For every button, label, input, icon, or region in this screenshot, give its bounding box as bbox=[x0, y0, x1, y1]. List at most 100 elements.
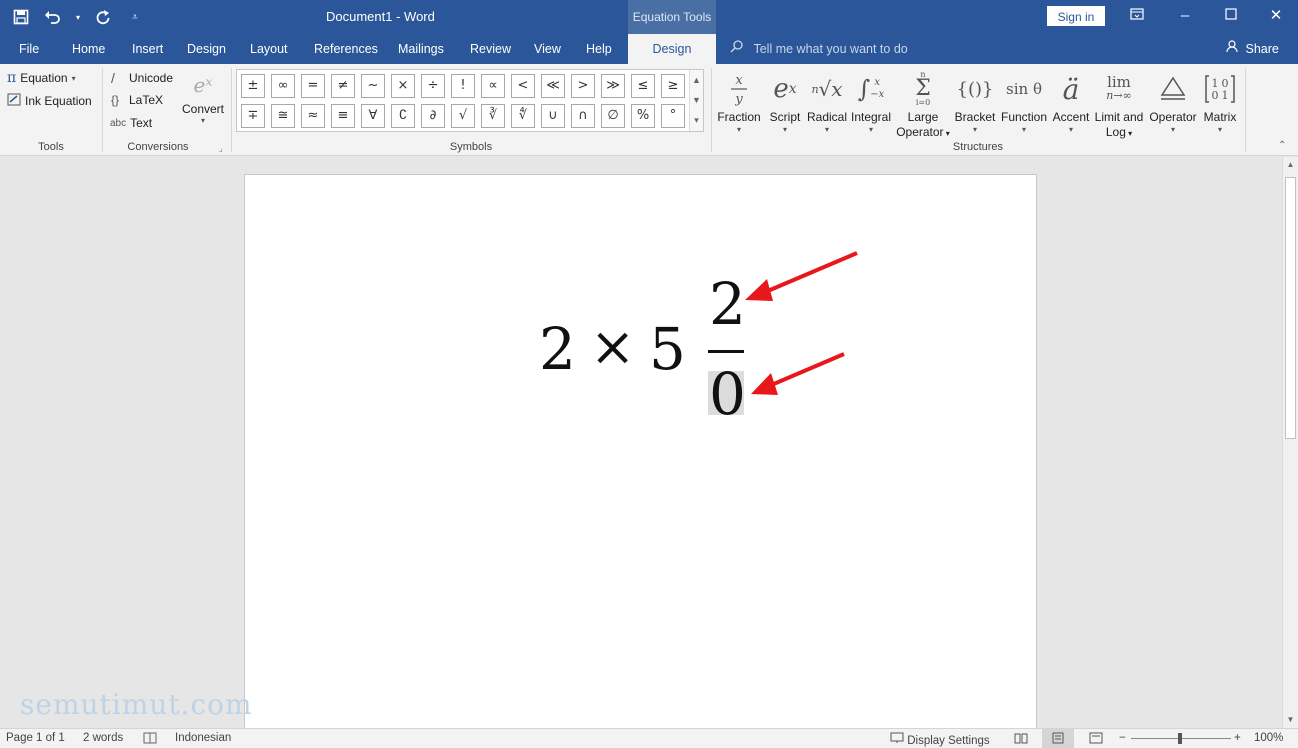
share-button[interactable]: Share bbox=[1226, 34, 1279, 64]
zoom-in-icon[interactable]: + bbox=[1234, 732, 1241, 744]
symbol-button[interactable]: ! bbox=[451, 74, 475, 98]
latex-option[interactable]: {} LaTeX bbox=[111, 93, 163, 107]
svg-text:x: x bbox=[735, 73, 743, 88]
sign-in-button[interactable]: Sign in bbox=[1047, 6, 1105, 26]
symbol-button[interactable]: ∂ bbox=[421, 104, 445, 128]
read-mode-icon[interactable] bbox=[1014, 732, 1028, 747]
symbol-button[interactable]: ∩ bbox=[571, 104, 595, 128]
large-operator-button[interactable]: n Σi=0 Large Operator ▾ bbox=[894, 68, 952, 141]
equation-button[interactable]: π Equation ▾ bbox=[7, 70, 76, 86]
unicode-option[interactable]: / Unicode bbox=[111, 70, 173, 86]
save-icon[interactable] bbox=[10, 6, 32, 28]
scroll-up-icon[interactable]: ▲ bbox=[1283, 158, 1298, 172]
tab-help[interactable]: Help bbox=[586, 34, 612, 64]
tools-group-label: Tools bbox=[38, 141, 64, 153]
function-button[interactable]: sin θ Function ▾ bbox=[998, 68, 1050, 135]
tab-design-doc[interactable]: Design bbox=[187, 34, 226, 64]
display-settings-button[interactable]: Display Settings bbox=[890, 732, 990, 747]
zoom-out-icon[interactable]: − bbox=[1119, 732, 1126, 744]
chevron-down-icon: ▾ bbox=[71, 73, 76, 83]
web-layout-icon[interactable] bbox=[1089, 732, 1103, 747]
symbol-button[interactable]: ≪ bbox=[541, 74, 565, 98]
language-indicator[interactable]: Indonesian bbox=[175, 732, 231, 744]
operator-button[interactable]: Operator ▾ bbox=[1147, 68, 1199, 135]
symbol-button[interactable]: ≡ bbox=[331, 104, 355, 128]
maximize-icon[interactable] bbox=[1218, 4, 1244, 28]
integral-button[interactable]: ∫ x −x Integral ▾ bbox=[849, 68, 893, 135]
symbol-button[interactable]: ≠ bbox=[331, 74, 355, 98]
symbol-button[interactable]: ≥ bbox=[661, 74, 685, 98]
tab-references[interactable]: References bbox=[314, 34, 378, 64]
tell-me-search[interactable]: Tell me what you want to do bbox=[730, 34, 908, 64]
bracket-button[interactable]: {()} Bracket ▾ bbox=[952, 68, 998, 135]
symbol-button[interactable]: ∞ bbox=[271, 74, 295, 98]
matrix-button[interactable]: 1001 Matrix ▾ bbox=[1199, 68, 1241, 135]
undo-icon[interactable] bbox=[42, 6, 64, 28]
symbol-button[interactable]: ∝ bbox=[481, 74, 505, 98]
minimize-icon[interactable]: – bbox=[1172, 4, 1198, 28]
customize-qat-icon[interactable]: ⩡ bbox=[124, 6, 146, 28]
symbol-button[interactable]: < bbox=[511, 74, 535, 98]
convert-button[interactable]: eˣ Convert ▾ bbox=[180, 68, 226, 125]
symbol-button[interactable]: ∁ bbox=[391, 104, 415, 128]
scroll-down-icon[interactable]: ▼ bbox=[1283, 713, 1298, 727]
gallery-down-icon[interactable]: ▼ bbox=[690, 90, 703, 110]
symbol-button[interactable]: ∀ bbox=[361, 104, 385, 128]
symbol-button[interactable]: ∜ bbox=[511, 104, 535, 128]
fraction-button[interactable]: xy Fraction ▾ bbox=[716, 68, 762, 135]
scroll-thumb[interactable] bbox=[1285, 177, 1296, 439]
print-layout-icon[interactable] bbox=[1042, 729, 1074, 748]
zoom-slider-thumb[interactable] bbox=[1178, 733, 1182, 744]
integral-icon: ∫ x −x bbox=[857, 75, 885, 103]
undo-dropdown-icon[interactable]: ▾ bbox=[74, 6, 82, 28]
word-count[interactable]: 2 words bbox=[83, 732, 123, 744]
dialog-launcher-icon[interactable]: ⌟ bbox=[219, 144, 223, 153]
symbol-button[interactable]: √ bbox=[451, 104, 475, 128]
symbol-button[interactable]: ≅ bbox=[271, 104, 295, 128]
symbol-button[interactable]: ∪ bbox=[541, 104, 565, 128]
zoom-level[interactable]: 100% bbox=[1254, 732, 1283, 744]
symbol-button[interactable]: % bbox=[631, 104, 655, 128]
ink-equation-icon bbox=[7, 93, 21, 109]
symbol-button[interactable]: ∛ bbox=[481, 104, 505, 128]
tab-review[interactable]: Review bbox=[470, 34, 511, 64]
symbols-group-label: Symbols bbox=[449, 141, 493, 153]
tab-mailings[interactable]: Mailings bbox=[398, 34, 444, 64]
symbol-button[interactable]: ≤ bbox=[631, 74, 655, 98]
ribbon-display-options-icon[interactable] bbox=[1124, 4, 1150, 28]
tab-view[interactable]: View bbox=[534, 34, 561, 64]
document-page[interactable]: 2 × 5 2 0 bbox=[244, 174, 1037, 734]
symbol-button[interactable]: ÷ bbox=[421, 74, 445, 98]
radical-button[interactable]: n √x Radical ▾ bbox=[806, 68, 848, 135]
tab-equation-design[interactable]: Design bbox=[628, 34, 716, 64]
limit-and-log-button[interactable]: lim n→∞ Limit and Log ▾ bbox=[1092, 68, 1146, 141]
tab-layout[interactable]: Layout bbox=[250, 34, 288, 64]
proofing-icon[interactable] bbox=[143, 732, 157, 747]
tab-file[interactable]: File bbox=[19, 34, 39, 64]
symbol-button[interactable]: > bbox=[571, 74, 595, 98]
symbol-button[interactable]: ± bbox=[241, 74, 265, 98]
symbol-button[interactable]: ≈ bbox=[301, 104, 325, 128]
symbol-button[interactable]: ° bbox=[661, 104, 685, 128]
gallery-up-icon[interactable]: ▲ bbox=[690, 70, 703, 90]
tab-insert[interactable]: Insert bbox=[132, 34, 163, 64]
collapse-ribbon-icon[interactable]: ⌃ bbox=[1278, 140, 1286, 151]
symbol-button[interactable]: = bbox=[301, 74, 325, 98]
limit-icon: lim n→∞ bbox=[1106, 73, 1132, 103]
symbol-button[interactable]: ~ bbox=[361, 74, 385, 98]
symbol-button[interactable]: × bbox=[391, 74, 415, 98]
page-count[interactable]: Page 1 of 1 bbox=[6, 732, 65, 744]
script-button[interactable]: ex Script ▾ bbox=[764, 68, 806, 135]
vertical-scrollbar[interactable]: ▲ ▼ bbox=[1282, 157, 1298, 728]
accent-button[interactable]: ä Accent ▾ bbox=[1050, 68, 1092, 135]
text-option[interactable]: abc Text bbox=[110, 116, 152, 130]
slash-icon: / bbox=[111, 70, 115, 86]
symbol-button[interactable]: ≫ bbox=[601, 74, 625, 98]
redo-icon[interactable] bbox=[92, 6, 114, 28]
symbol-button[interactable]: ∓ bbox=[241, 104, 265, 128]
ink-equation-button[interactable]: Ink Equation bbox=[7, 93, 92, 109]
gallery-more-icon[interactable]: ▾ bbox=[690, 110, 703, 130]
tab-home[interactable]: Home bbox=[72, 34, 105, 64]
symbol-button[interactable]: ∅ bbox=[601, 104, 625, 128]
close-icon[interactable]: ✕ bbox=[1263, 4, 1289, 28]
